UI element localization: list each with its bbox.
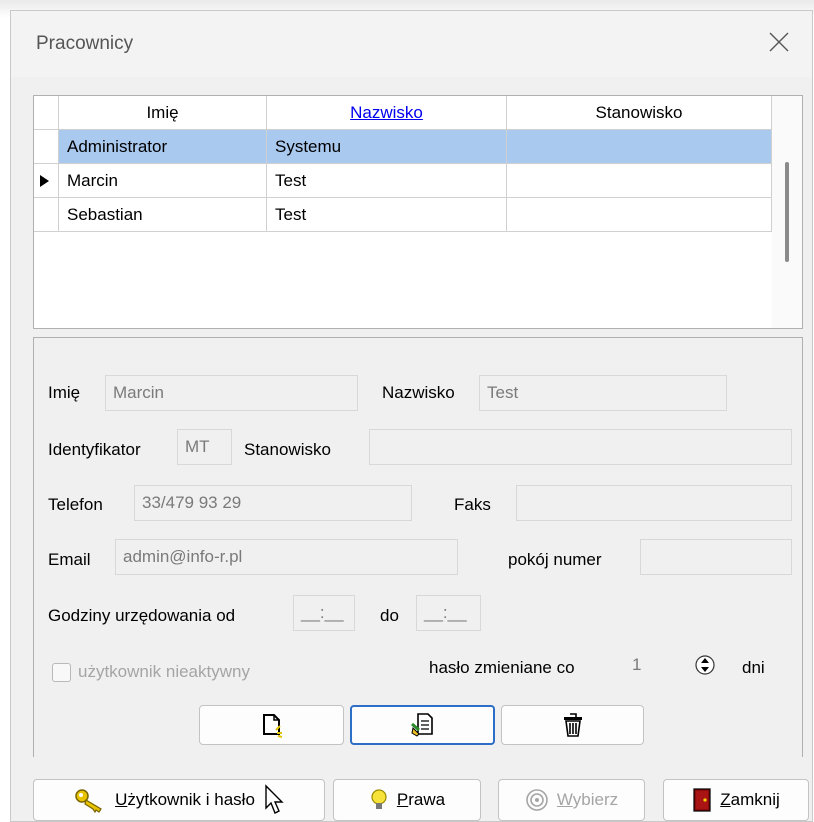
identyfikator-field[interactable]: MT [177, 429, 232, 465]
wybierz-accel: W [556, 790, 573, 809]
imie-label: Imię [48, 383, 81, 402]
delete-button[interactable] [501, 705, 644, 745]
scrollbar-thumb[interactable] [785, 162, 789, 262]
column-header-nazwisko[interactable]: Nazwisko [267, 96, 507, 130]
stanowisko-field[interactable] [369, 429, 792, 465]
table-row[interactable]: Sebastian Test [34, 198, 772, 232]
wybierz-label: Wybierz [557, 790, 618, 810]
prawa-text: rawa [408, 790, 446, 809]
nieaktywny-label: użytkownik nieaktywny [78, 662, 250, 681]
edit-document-icon [410, 713, 433, 737]
new-button[interactable] [199, 705, 344, 745]
edit-button[interactable] [350, 705, 495, 745]
godziny-od-field[interactable]: __:__ [293, 595, 355, 631]
current-row-arrow-icon [40, 175, 49, 187]
pokoj-field[interactable] [640, 539, 792, 575]
faks-field[interactable] [516, 485, 792, 521]
prawa-accel: P [396, 790, 409, 809]
telefon-label: Telefon [48, 495, 103, 514]
employee-form: Imię Marcin Nazwisko Test Identyfikator … [33, 337, 803, 757]
user-password-text: żytkownik i hasło [127, 790, 255, 809]
cell-stanowisko[interactable] [507, 164, 772, 198]
dni-label: dni [742, 658, 765, 677]
nieaktywny-checkbox[interactable] [52, 663, 71, 682]
cell-nazwisko[interactable]: Test [267, 198, 507, 232]
wybierz-text: ybierz [572, 790, 619, 809]
pokoj-label: pokój numer [508, 550, 602, 569]
prawa-button[interactable]: Prawa [333, 779, 481, 821]
telefon-field[interactable]: 33/479 93 29 [134, 485, 412, 521]
window-title: Pracownicy [36, 33, 134, 54]
cell-nazwisko[interactable]: Test [267, 164, 507, 198]
godziny-do-field[interactable]: __:__ [416, 595, 481, 631]
spinner-updown-icon[interactable] [694, 652, 716, 678]
email-label: Email [48, 550, 91, 569]
user-password-label: Użytkownik i hasło [115, 790, 255, 810]
cell-imie[interactable]: Administrator [59, 130, 267, 164]
grid-scrollbar[interactable] [772, 96, 802, 328]
nazwisko-field[interactable]: Test [479, 375, 727, 411]
zamknij-accel: Z [720, 790, 731, 809]
column-header-imie[interactable]: Imię [59, 96, 267, 130]
row-indicator [34, 198, 59, 232]
zamknij-label: Zamknij [720, 790, 780, 810]
zamknij-button[interactable]: Zamknij [663, 779, 809, 821]
close-icon[interactable] [762, 25, 796, 59]
trash-icon [563, 713, 582, 737]
email-field[interactable]: admin@info-r.pl [115, 539, 458, 575]
row-indicator [34, 164, 59, 198]
haslo-days-field[interactable]: 1 [625, 647, 687, 683]
table-row[interactable]: Administrator Systemu [34, 130, 772, 164]
table-row[interactable]: Marcin Test [34, 164, 772, 198]
nazwisko-label: Nazwisko [382, 383, 455, 402]
zamknij-text: amknij [730, 790, 780, 809]
mouse-cursor-icon [265, 784, 284, 814]
column-header-stanowisko[interactable]: Stanowisko [507, 96, 772, 130]
door-icon [693, 788, 711, 812]
faks-label: Faks [454, 495, 491, 514]
lightbulb-icon [371, 789, 387, 809]
key-icon [75, 789, 102, 813]
haslo-label: hasło zmieniane co [429, 658, 575, 677]
user-password-accel: U [115, 790, 128, 809]
cell-stanowisko[interactable] [507, 130, 772, 164]
identyfikator-label: Identyfikator [48, 440, 141, 459]
godziny-label: Godziny urzędowania od [48, 606, 236, 625]
cell-nazwisko[interactable]: Systemu [267, 130, 507, 164]
grid-header: Imię Nazwisko Stanowisko [34, 96, 772, 130]
do-label: do [380, 606, 399, 625]
cell-stanowisko[interactable] [507, 198, 772, 232]
imie-field[interactable]: Marcin [105, 375, 358, 411]
header-indicator [34, 96, 59, 130]
cell-imie[interactable]: Marcin [59, 164, 267, 198]
wybierz-button[interactable]: Wybierz [498, 779, 645, 821]
user-password-button[interactable]: Użytkownik i hasło [33, 779, 325, 821]
target-icon [526, 789, 548, 811]
pracownicy-dialog: Pracownicy Imię Nazwisko Stanowisko Admi… [10, 10, 813, 822]
row-indicator [34, 130, 59, 164]
prawa-label: Prawa [397, 790, 445, 810]
employees-grid[interactable]: Imię Nazwisko Stanowisko Administrator S… [33, 95, 803, 329]
new-document-icon [262, 714, 282, 738]
stanowisko-label: Stanowisko [244, 440, 331, 459]
title-bar: Pracownicy [11, 11, 812, 77]
cell-imie[interactable]: Sebastian [59, 198, 267, 232]
